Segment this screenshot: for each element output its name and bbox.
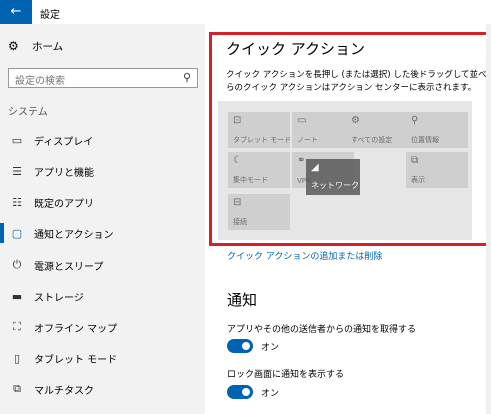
sidebar-item-label: ディスプレイ bbox=[34, 136, 94, 148]
add-remove-quick-actions-link[interactable]: クイック アクションの追加または削除 bbox=[227, 249, 382, 262]
sidebar-item-label: オフライン マップ bbox=[34, 323, 118, 335]
section-label: システム bbox=[8, 107, 48, 118]
setting-label-lock-screen: ロック画面に通知を表示する bbox=[227, 370, 345, 380]
sidebar-item-power[interactable]: ⏻ 電源とスリープ bbox=[0, 255, 205, 275]
setting-label-app-notifications: アプリやその他の送信者からの通知を取得する bbox=[227, 325, 417, 335]
gear-icon: ⚙ bbox=[8, 39, 19, 53]
sidebar-item-default-apps[interactable]: ☷ 既定のアプリ bbox=[0, 192, 205, 212]
back-button[interactable]: ← bbox=[0, 0, 32, 24]
sidebar-item-label: アプリと機能 bbox=[34, 167, 94, 179]
arrow-left-icon: ← bbox=[10, 4, 22, 19]
notifications-icon: ▢ bbox=[11, 226, 23, 240]
scrollbar[interactable] bbox=[486, 24, 491, 414]
highlight-frame bbox=[209, 32, 490, 246]
search-box[interactable]: ⚲ bbox=[8, 68, 198, 91]
notifications-title: 通知 bbox=[227, 291, 258, 309]
sidebar-item-multitask[interactable]: ⧉ マルチタスク bbox=[0, 379, 205, 399]
sidebar: ⚙ ホーム ⚲ システム ▭ ディスプレイ ☰ アプリと機能 ☷ 既定のアプリ … bbox=[0, 24, 205, 414]
sidebar-item-notifications[interactable]: ▢ 通知とアクション bbox=[0, 223, 205, 243]
home-label: ホーム bbox=[32, 40, 64, 53]
search-icon[interactable]: ⚲ bbox=[183, 71, 191, 84]
toggle-state-label: オン bbox=[261, 343, 280, 353]
map-icon: ⛶ bbox=[13, 320, 21, 333]
home-nav-item[interactable]: ⚙ ホーム bbox=[8, 38, 63, 54]
storage-icon: ▬ bbox=[11, 289, 23, 303]
sidebar-item-display[interactable]: ▭ ディスプレイ bbox=[0, 130, 205, 150]
sidebar-item-offline-maps[interactable]: ⛶ オフライン マップ bbox=[0, 317, 205, 337]
sidebar-item-label: 通知とアクション bbox=[34, 229, 114, 241]
sidebar-item-label: タブレット モード bbox=[34, 354, 118, 366]
sidebar-item-label: ストレージ bbox=[34, 292, 84, 304]
multitask-icon: ⧉ bbox=[13, 382, 21, 395]
sidebar-item-tablet-mode[interactable]: ▯ タブレット モード bbox=[0, 348, 205, 368]
default-apps-icon: ☷ bbox=[12, 195, 22, 209]
sidebar-item-label: 電源とスリープ bbox=[34, 261, 104, 273]
sidebar-item-label: マルチタスク bbox=[34, 385, 94, 397]
window-title: 設定 bbox=[40, 10, 60, 21]
apps-icon: ☰ bbox=[12, 164, 22, 178]
toggle-state-label: オン bbox=[261, 389, 280, 399]
tablet-mode-icon: ▯ bbox=[13, 351, 21, 365]
power-icon: ⏻ bbox=[12, 258, 22, 271]
sidebar-item-apps[interactable]: ☰ アプリと機能 bbox=[0, 161, 205, 181]
lock-screen-notifications-toggle[interactable] bbox=[227, 385, 253, 399]
sidebar-item-storage[interactable]: ▬ ストレージ bbox=[0, 286, 205, 306]
sidebar-item-label: 既定のアプリ bbox=[34, 198, 94, 210]
display-icon: ▭ bbox=[11, 133, 23, 147]
app-notifications-toggle[interactable] bbox=[227, 339, 253, 353]
toggle-knob bbox=[242, 388, 250, 396]
search-input[interactable] bbox=[9, 72, 169, 91]
toggle-knob bbox=[242, 342, 250, 350]
title-bar: ← 設定 bbox=[0, 0, 491, 24]
